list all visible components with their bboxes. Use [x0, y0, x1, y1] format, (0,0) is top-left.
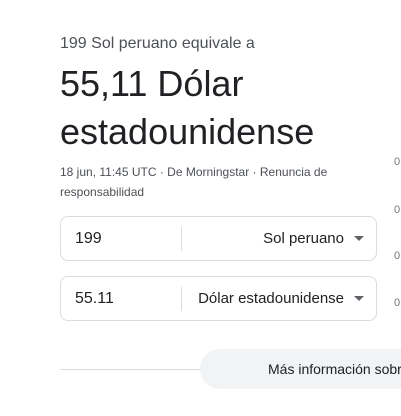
more-info-button[interactable]: Más información sobre	[200, 349, 401, 389]
to-currency-row: Dólar estadounidense	[60, 276, 377, 321]
conversion-result: 55,11 Dólar estadounidense	[60, 63, 315, 152]
rate-timestamp: 18 jun, 11:45 UTC	[60, 165, 157, 179]
meta-separator: ·	[156, 165, 168, 179]
to-currency-select[interactable]: Dólar estadounidense	[182, 277, 376, 320]
from-currency-row: Sol peruano	[60, 216, 377, 261]
chevron-down-icon	[354, 236, 364, 241]
chart-axis-tick: 0	[394, 204, 401, 216]
chart-axis-tick: 0	[394, 297, 401, 309]
from-currency-select[interactable]: Sol peruano	[182, 217, 376, 260]
meta-separator: ·	[249, 165, 260, 179]
chart-axis-tick: 0	[394, 250, 401, 262]
currency-converter-panel: 199 Sol peruano equivale a 55,11 Dólar e…	[0, 0, 401, 416]
from-amount-input[interactable]	[61, 228, 181, 249]
chart-axis-tick: 0	[394, 156, 401, 168]
rate-meta: 18 jun, 11:45 UTC · De Morningstar · Ren…	[60, 162, 360, 202]
more-info-label: Más información sobre	[268, 361, 401, 377]
conversion-subtitle: 199 Sol peruano equivale a	[60, 35, 255, 52]
to-currency-label: Dólar estadounidense	[198, 290, 344, 307]
source-link[interactable]: De Morningstar	[167, 165, 249, 179]
chevron-down-icon	[354, 296, 364, 301]
from-currency-label: Sol peruano	[263, 230, 344, 247]
to-amount-input[interactable]	[61, 288, 181, 309]
